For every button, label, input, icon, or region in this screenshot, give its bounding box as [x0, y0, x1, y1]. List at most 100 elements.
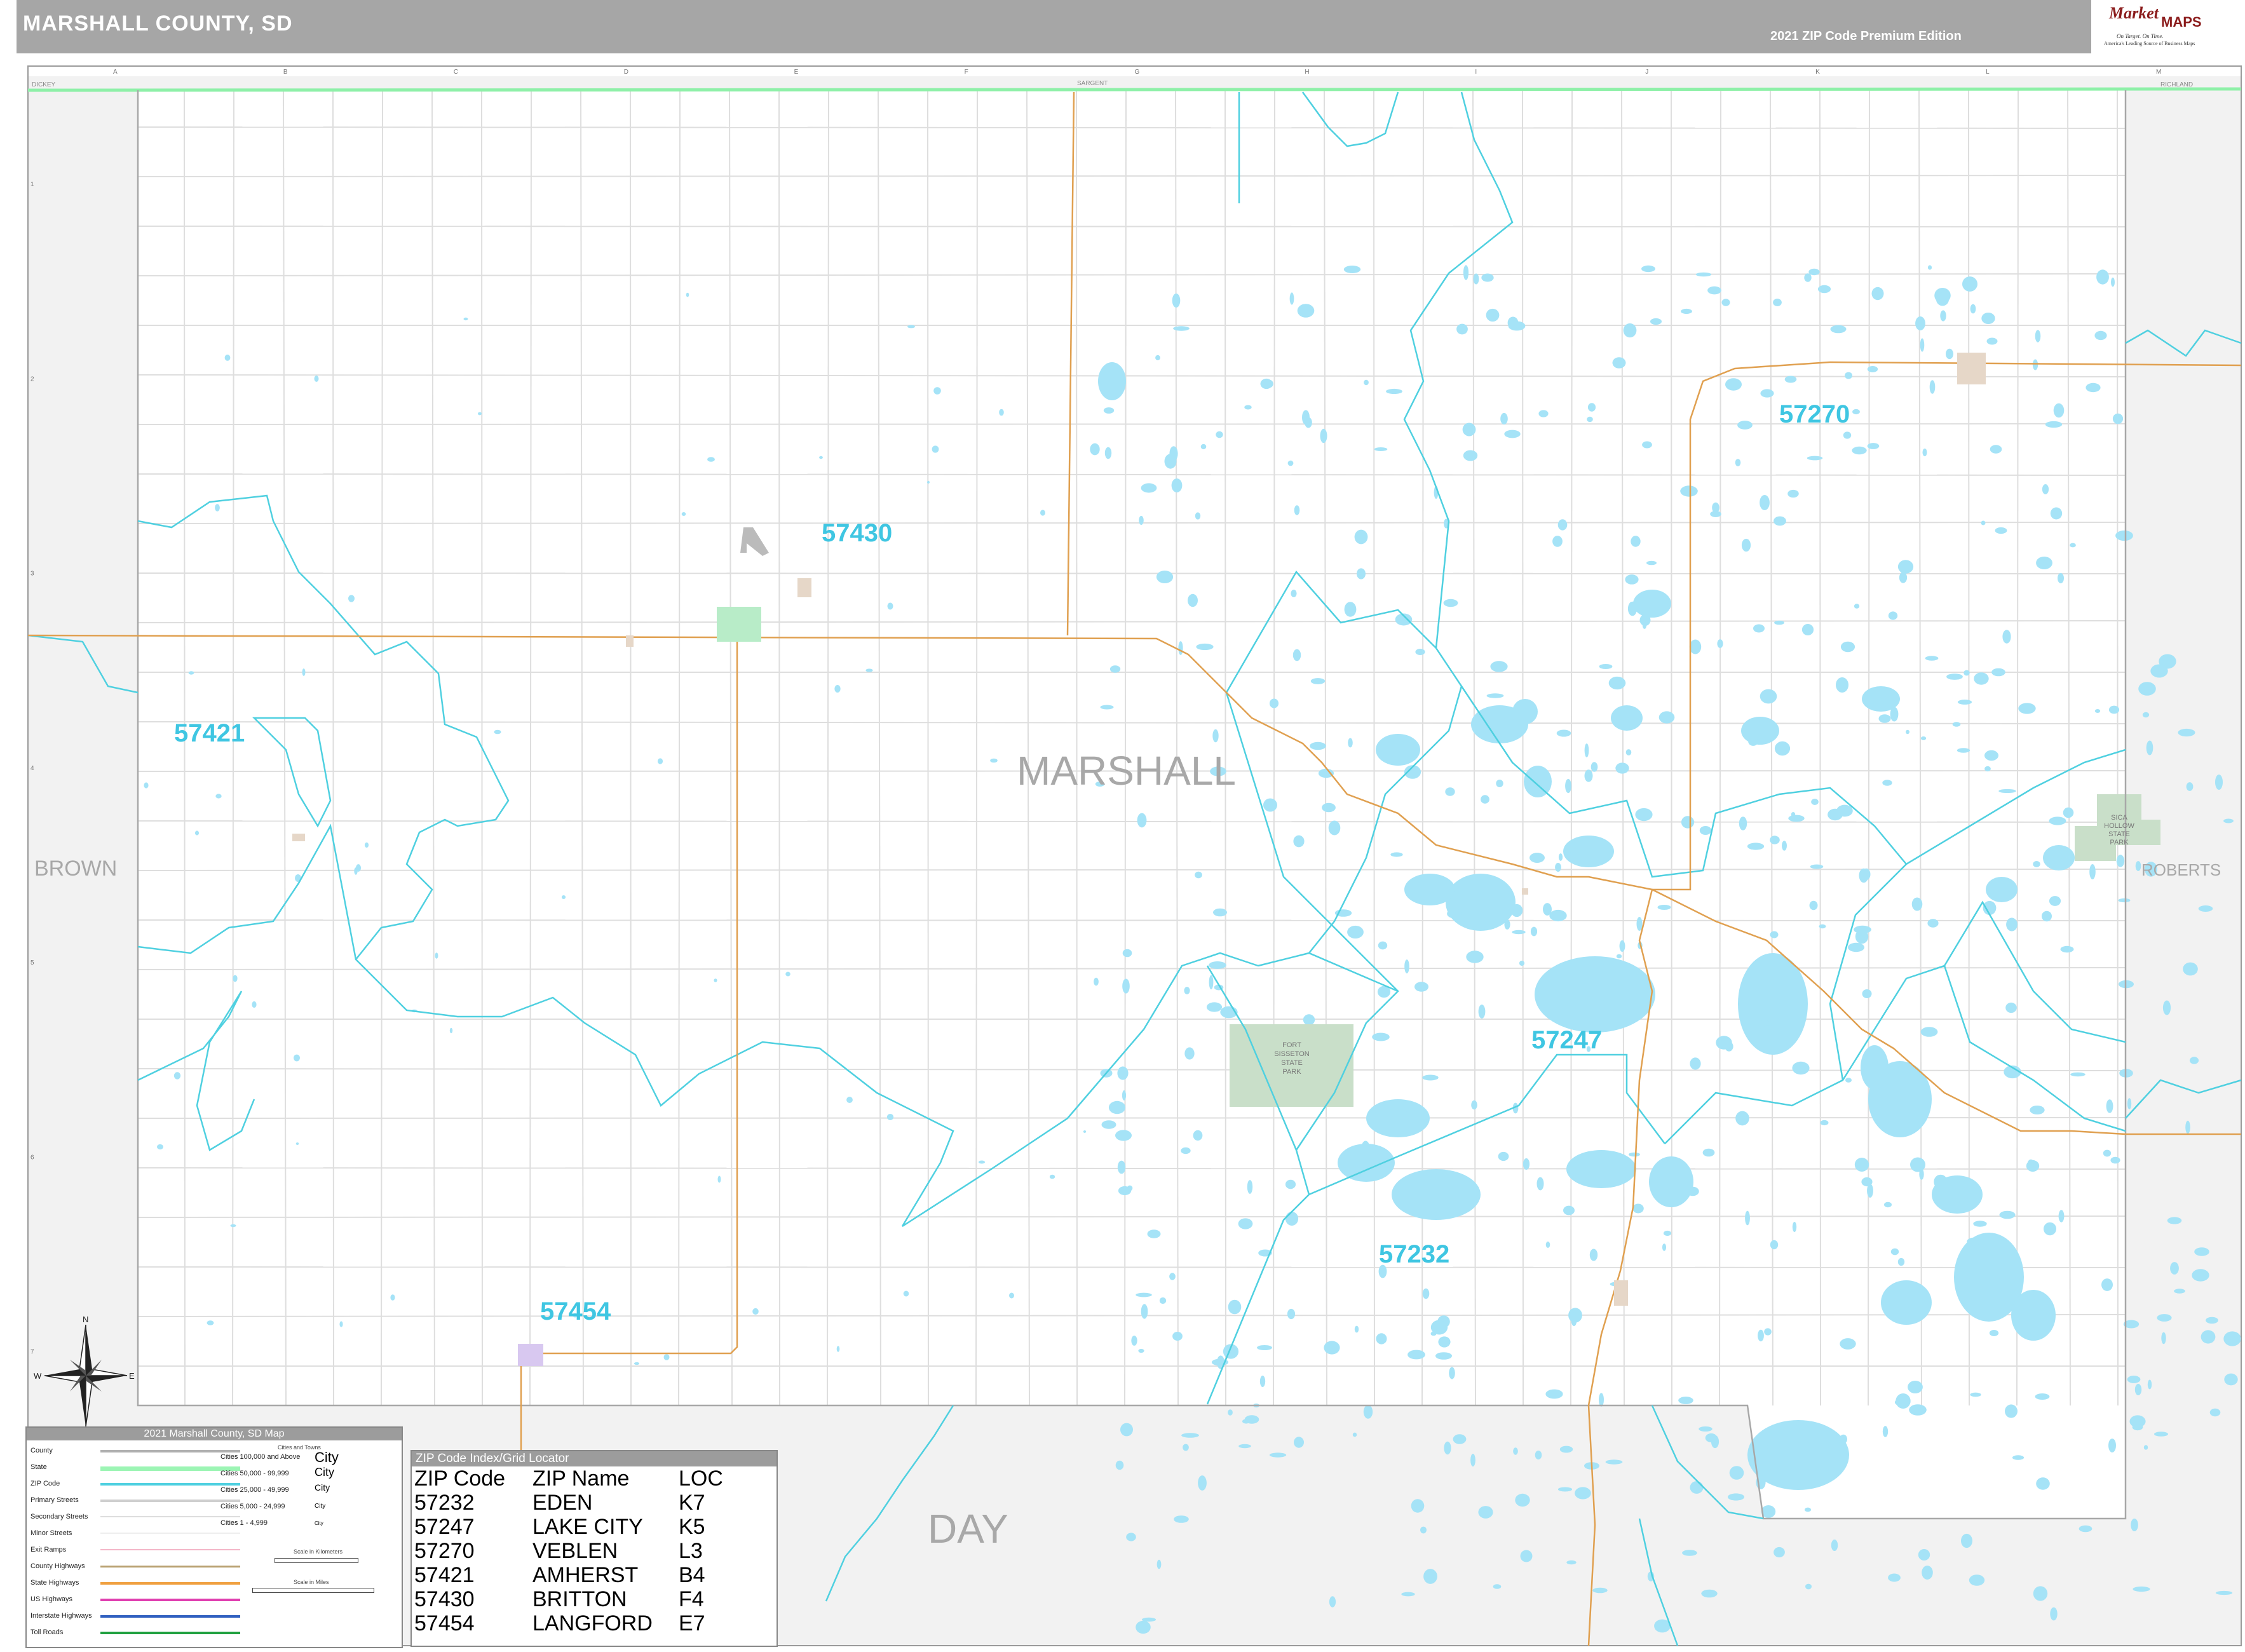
- pond: [2198, 905, 2213, 912]
- pond: [1347, 925, 1364, 939]
- park-label: PARK: [2110, 839, 2129, 846]
- park-label: FORT: [1282, 1041, 1301, 1049]
- pond: [1625, 574, 1639, 585]
- pond: [2134, 1384, 2142, 1395]
- lakes: [1098, 362, 2075, 1490]
- pond: [1117, 1160, 1126, 1174]
- pond: [1662, 1243, 1667, 1251]
- pond: [1374, 447, 1388, 451]
- pond: [1843, 431, 1852, 439]
- minor-road: [137, 869, 2126, 871]
- pond: [1269, 698, 1279, 708]
- zip-code-index: ZIP Code Index/Grid Locator ZIP Code ZIP…: [410, 1450, 778, 1647]
- pond: [1920, 338, 1925, 352]
- pond: [2103, 1149, 2112, 1157]
- pond: [1657, 905, 1671, 910]
- pond: [1184, 1047, 1195, 1060]
- pond: [1920, 1027, 1938, 1037]
- pond: [1774, 620, 1784, 625]
- pond: [2161, 1332, 2166, 1344]
- pond: [1764, 1328, 1772, 1336]
- pond: [681, 512, 686, 516]
- pond: [1397, 1111, 1408, 1118]
- highway-north: [1066, 91, 1075, 636]
- minor-road: [137, 721, 2126, 724]
- pond: [2042, 911, 2052, 922]
- pond: [1563, 1205, 1575, 1215]
- legend-item: Primary Streets: [31, 1496, 240, 1513]
- pond: [1257, 1345, 1272, 1350]
- pond: [1888, 1573, 1901, 1582]
- pond: [1878, 714, 1891, 723]
- pond: [1094, 977, 1099, 986]
- pond: [1115, 1460, 1124, 1470]
- pond: [1763, 1025, 1775, 1030]
- pond: [1641, 265, 1655, 273]
- pond: [1200, 443, 1207, 450]
- pond: [1840, 1338, 1856, 1350]
- legend-city: Cities 100,000 and Above City: [220, 1449, 339, 1465]
- pond: [1164, 454, 1177, 469]
- pond: [1642, 441, 1652, 449]
- legend-city: Cities 50,000 - 99,999 City: [220, 1466, 334, 1479]
- pond: [1888, 611, 1898, 620]
- pond: [1420, 1526, 1427, 1534]
- county-boundary: [137, 90, 2127, 1520]
- minor-road: [137, 572, 2126, 574]
- pond: [1172, 1332, 1183, 1341]
- pond: [1690, 1481, 1704, 1494]
- pond: [215, 504, 220, 511]
- zip-label: 57232: [1379, 1240, 1449, 1268]
- pond: [2058, 572, 2064, 584]
- pond: [1862, 989, 1872, 998]
- pond: [2135, 861, 2141, 871]
- pond: [978, 1160, 986, 1164]
- pond: [1504, 919, 1510, 930]
- pond: [1040, 510, 1045, 516]
- pond: [1852, 409, 1860, 415]
- pond: [1962, 276, 1977, 292]
- minor-road: [580, 90, 584, 1406]
- pond: [1196, 643, 1214, 651]
- pond: [1292, 649, 1301, 661]
- pond: [1486, 308, 1500, 322]
- pond: [2224, 1373, 2238, 1386]
- grid-column-label: I: [1475, 69, 1477, 76]
- zip-label: 57430: [822, 519, 892, 547]
- legend-item: County Highways: [31, 1562, 240, 1579]
- pond: [1481, 795, 1489, 804]
- minor-road: [137, 473, 2126, 476]
- pond: [2133, 1586, 2150, 1592]
- minor-road: [2117, 90, 2119, 1406]
- minor-road: [137, 522, 2126, 524]
- legend-item: State Highways: [31, 1579, 240, 1595]
- pond: [657, 758, 663, 764]
- pond: [2154, 1432, 2168, 1437]
- pond: [1169, 1273, 1176, 1280]
- legend-item: Interstate Highways: [31, 1612, 240, 1628]
- pond: [1735, 1111, 1749, 1126]
- zip-index-row: 57421 AMHERST B4: [414, 1563, 705, 1587]
- compass-n: N: [83, 1315, 88, 1324]
- legend-item: Secondary Streets: [31, 1513, 240, 1529]
- minor-road: [137, 1068, 2126, 1071]
- pond: [1238, 1444, 1251, 1449]
- pond: [2036, 1477, 2050, 1490]
- pond: [714, 978, 717, 982]
- pond: [1770, 1240, 1779, 1250]
- pond: [1507, 316, 1519, 329]
- pond: [2174, 1289, 2185, 1294]
- pond: [2162, 1000, 2171, 1015]
- pond: [1411, 1499, 1425, 1513]
- minor-road: [137, 226, 2126, 227]
- pond: [2150, 664, 2168, 678]
- pond: [1989, 1330, 1999, 1336]
- pond: [2223, 818, 2234, 823]
- pond: [1565, 778, 1571, 794]
- pond: [1910, 1157, 1925, 1172]
- pond: [990, 758, 998, 763]
- pond: [1228, 1409, 1233, 1416]
- pond: [2049, 816, 2066, 825]
- pond: [886, 1114, 894, 1120]
- pond: [144, 782, 149, 789]
